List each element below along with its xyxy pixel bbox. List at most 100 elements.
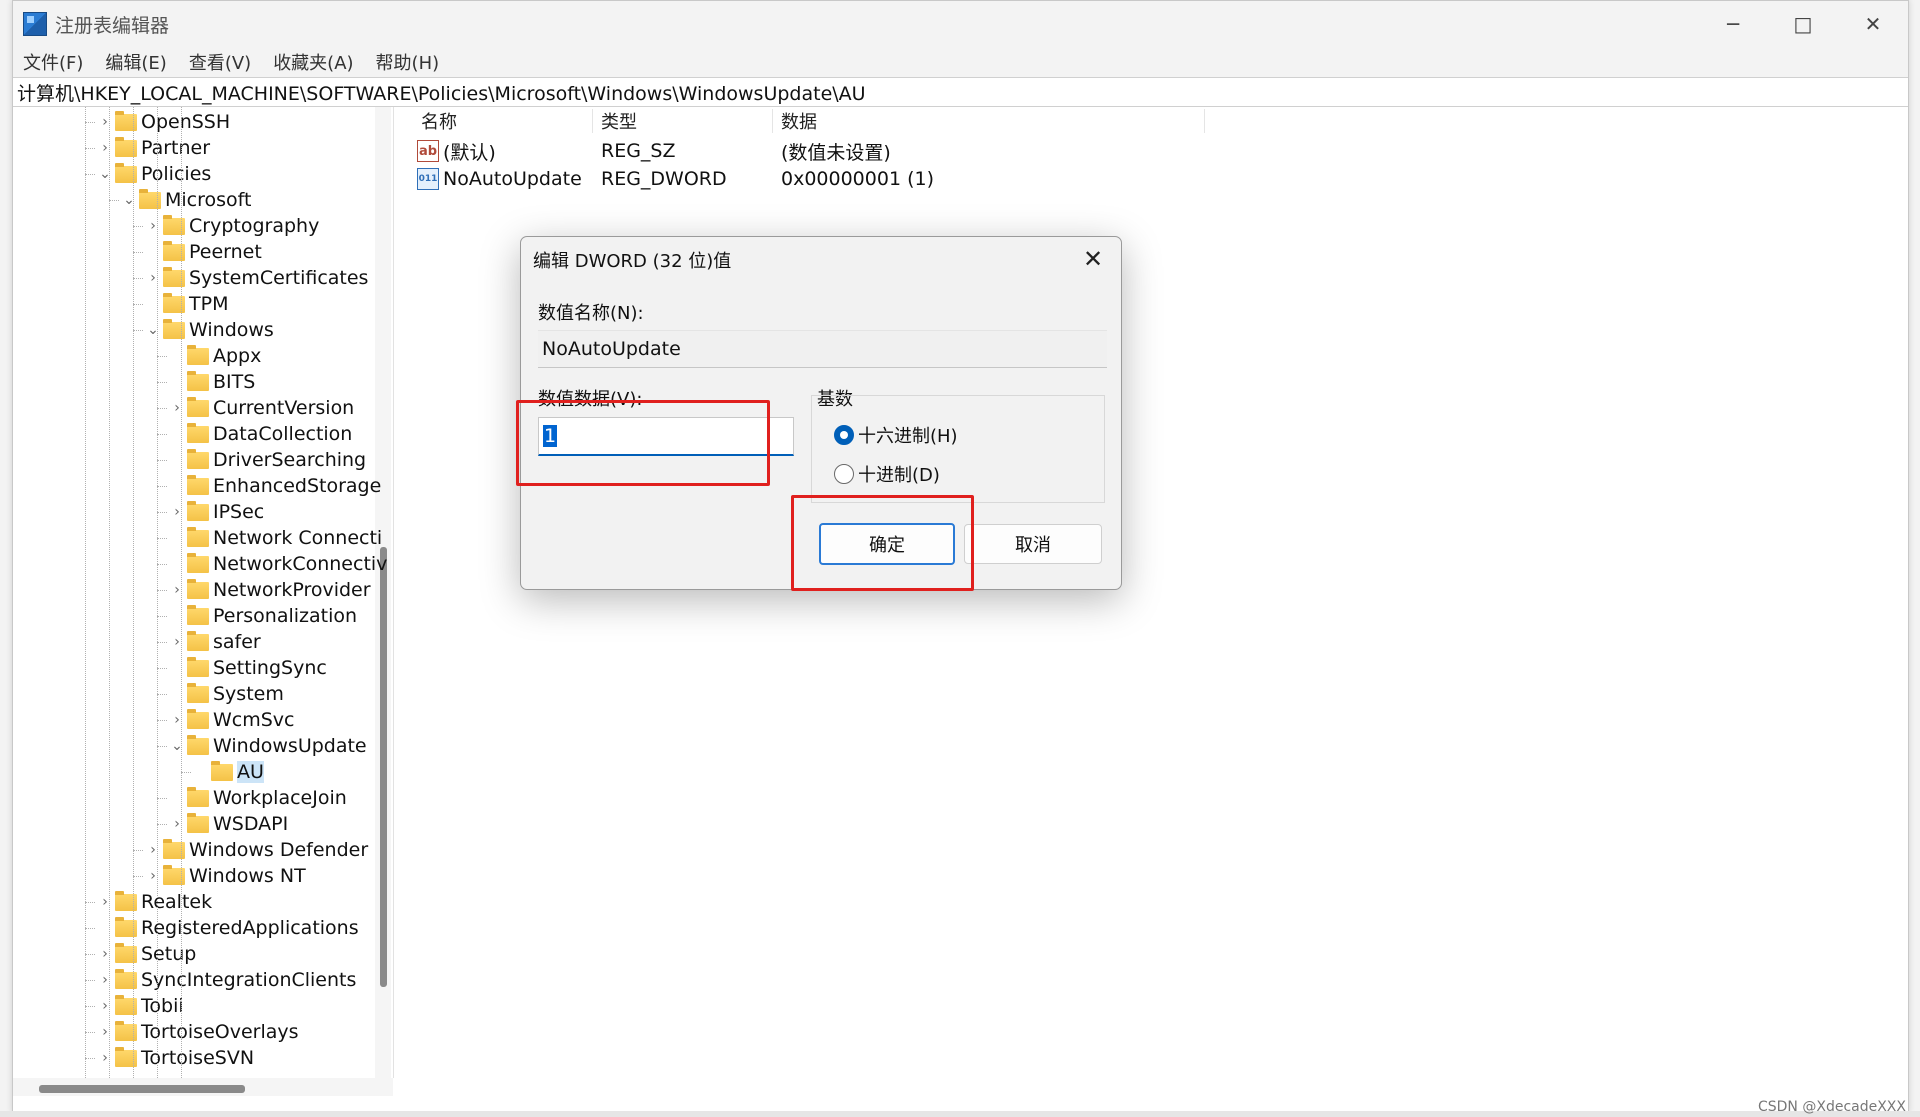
column-header-name[interactable]: 名称 (421, 107, 457, 135)
title-bar[interactable]: 注册表编辑器 ─ □ ✕ (13, 1, 1908, 47)
chevron-right-icon[interactable]: › (145, 842, 161, 858)
radio-hex-indicator[interactable] (834, 425, 854, 445)
tree-node[interactable]: Peernet (145, 239, 262, 265)
registry-tree[interactable]: › OpenSSH › Partner ⌄ Policies ⌄ Microsoft › Cryp… (13, 107, 394, 1078)
column-separator[interactable] (772, 109, 773, 133)
tree-node[interactable]: AU (193, 759, 264, 785)
tree-node[interactable]: DataCollection (169, 421, 352, 447)
column-header-data[interactable]: 数据 (781, 107, 817, 135)
window-title: 注册表编辑器 (55, 14, 170, 37)
address-bar[interactable]: 计算机\HKEY_LOCAL_MACHINE\SOFTWARE\Policies… (13, 77, 1908, 107)
chevron-right-icon[interactable]: › (169, 712, 185, 728)
tree-node[interactable]: WorkplaceJoin (169, 785, 347, 811)
chevron-right-icon[interactable]: › (169, 582, 185, 598)
chevron-right-icon[interactable]: › (145, 270, 161, 286)
chevron-down-icon[interactable]: ⌄ (145, 322, 161, 338)
tree-node-label: DriverSearching (213, 449, 367, 471)
tree-horizontal-scrollbar[interactable] (13, 1078, 393, 1096)
chevron-down-icon[interactable]: ⌄ (169, 738, 185, 754)
menu-help[interactable]: 帮助(H) (365, 49, 451, 75)
radio-dec-indicator[interactable] (834, 464, 854, 484)
menu-edit[interactable]: 编辑(E) (94, 49, 177, 75)
tree-node[interactable]: › OpenSSH (97, 109, 230, 135)
tree-node[interactable]: EnhancedStorage (169, 473, 381, 499)
chevron-right-icon[interactable]: › (145, 218, 161, 234)
tree-node[interactable]: › TortoiseSVN (97, 1045, 254, 1071)
tree-guide-line (157, 107, 158, 1078)
tree-node[interactable]: ⌄ WindowsUpdate (169, 733, 367, 759)
tree-node[interactable]: › WcmSvc (169, 707, 295, 733)
value-name-field: NoAutoUpdate (538, 330, 1107, 368)
tree-connector (133, 304, 143, 305)
tree-node[interactable]: › Realtek (97, 889, 212, 915)
chevron-right-icon[interactable]: › (169, 634, 185, 650)
tree-node[interactable]: ⌄ Windows (145, 317, 274, 343)
tree-node[interactable]: Appx (169, 343, 261, 369)
chevron-right-icon[interactable]: › (97, 114, 113, 130)
tree-node-label: Windows NT (189, 865, 306, 887)
tree-node[interactable]: ⌄ Policies (97, 161, 211, 187)
list-row[interactable]: ab (默认) REG_SZ (数值未设置) (399, 137, 1299, 165)
tree-node[interactable]: Network Connecti (169, 525, 382, 551)
menu-file[interactable]: 文件(F) (13, 49, 94, 75)
tree-node-label: BITS (213, 371, 256, 393)
tree-node[interactable]: ⌄ Microsoft (121, 187, 251, 213)
tree-hscroll-thumb[interactable] (39, 1085, 245, 1093)
tree-node[interactable]: › Windows Defender (145, 837, 368, 863)
chevron-right-icon[interactable]: › (145, 868, 161, 884)
tree-node[interactable]: Personalization (169, 603, 357, 629)
tree-node[interactable]: SettingSync (169, 655, 327, 681)
tree-node[interactable]: › safer (169, 629, 261, 655)
regedit-app-icon (23, 12, 47, 36)
maximize-button[interactable]: □ (1768, 1, 1838, 47)
tree-node[interactable]: › Cryptography (145, 213, 319, 239)
tree-node[interactable]: RegisteredApplications (97, 915, 359, 941)
minimize-button[interactable]: ─ (1698, 1, 1768, 47)
tree-node[interactable]: › Windows NT (145, 863, 306, 889)
tree-connector (181, 772, 191, 773)
radio-dec[interactable]: 十进制(D) (834, 461, 940, 487)
tree-vertical-scrollbar[interactable] (375, 107, 391, 1078)
value-type: REG_DWORD (601, 168, 727, 190)
value-data: 0x00000001 (1) (781, 168, 934, 190)
tree-node-label: safer (213, 631, 261, 653)
chevron-right-icon[interactable]: › (97, 894, 113, 910)
chevron-right-icon[interactable]: › (169, 816, 185, 832)
chevron-right-icon[interactable]: › (97, 998, 113, 1014)
cancel-button[interactable]: 取消 (964, 524, 1102, 564)
tree-scroll-thumb[interactable] (380, 547, 387, 987)
radio-hex[interactable]: 十六进制(H) (834, 422, 958, 448)
tree-node[interactable]: › IPSec (169, 499, 264, 525)
chevron-right-icon[interactable]: › (97, 1024, 113, 1040)
tree-node-label: Policies (141, 163, 212, 185)
dialog-close-icon[interactable]: ✕ (1075, 241, 1111, 277)
tree-node[interactable]: System (169, 681, 284, 707)
column-separator[interactable] (1204, 109, 1205, 133)
tree-node[interactable]: › TortoiseOverlays (97, 1019, 299, 1045)
column-separator[interactable] (592, 109, 593, 133)
menu-view[interactable]: 查看(V) (178, 49, 262, 75)
chevron-right-icon[interactable]: › (97, 946, 113, 962)
tree-node[interactable]: › WSDAPI (169, 811, 288, 837)
tree-node[interactable]: NetworkConnectiv (169, 551, 387, 577)
chevron-down-icon[interactable]: ⌄ (97, 166, 113, 182)
chevron-right-icon[interactable]: › (169, 400, 185, 416)
tree-node[interactable]: › SyncIntegrationClients (97, 967, 356, 993)
tree-node[interactable]: › CurrentVersion (169, 395, 354, 421)
close-window-button[interactable]: ✕ (1838, 1, 1908, 47)
tree-node-label: Personalization (213, 605, 358, 627)
tree-node[interactable]: › Partner (97, 135, 210, 161)
chevron-right-icon[interactable]: › (169, 504, 185, 520)
tree-connector (157, 590, 167, 591)
tree-node[interactable]: › SystemCertificates (145, 265, 368, 291)
tree-node[interactable]: › NetworkProvider (169, 577, 371, 603)
chevron-down-icon[interactable]: ⌄ (121, 192, 137, 208)
list-row[interactable]: 011 NoAutoUpdate REG_DWORD 0x00000001 (1… (399, 165, 1299, 193)
chevron-right-icon[interactable]: › (97, 972, 113, 988)
tree-node[interactable]: DriverSearching (169, 447, 366, 473)
menu-favorites[interactable]: 收藏夹(A) (262, 49, 364, 75)
tree-node-label: Windows (189, 319, 274, 341)
chevron-right-icon[interactable]: › (97, 1050, 113, 1066)
column-header-type[interactable]: 类型 (601, 107, 637, 135)
chevron-right-icon[interactable]: › (97, 140, 113, 156)
